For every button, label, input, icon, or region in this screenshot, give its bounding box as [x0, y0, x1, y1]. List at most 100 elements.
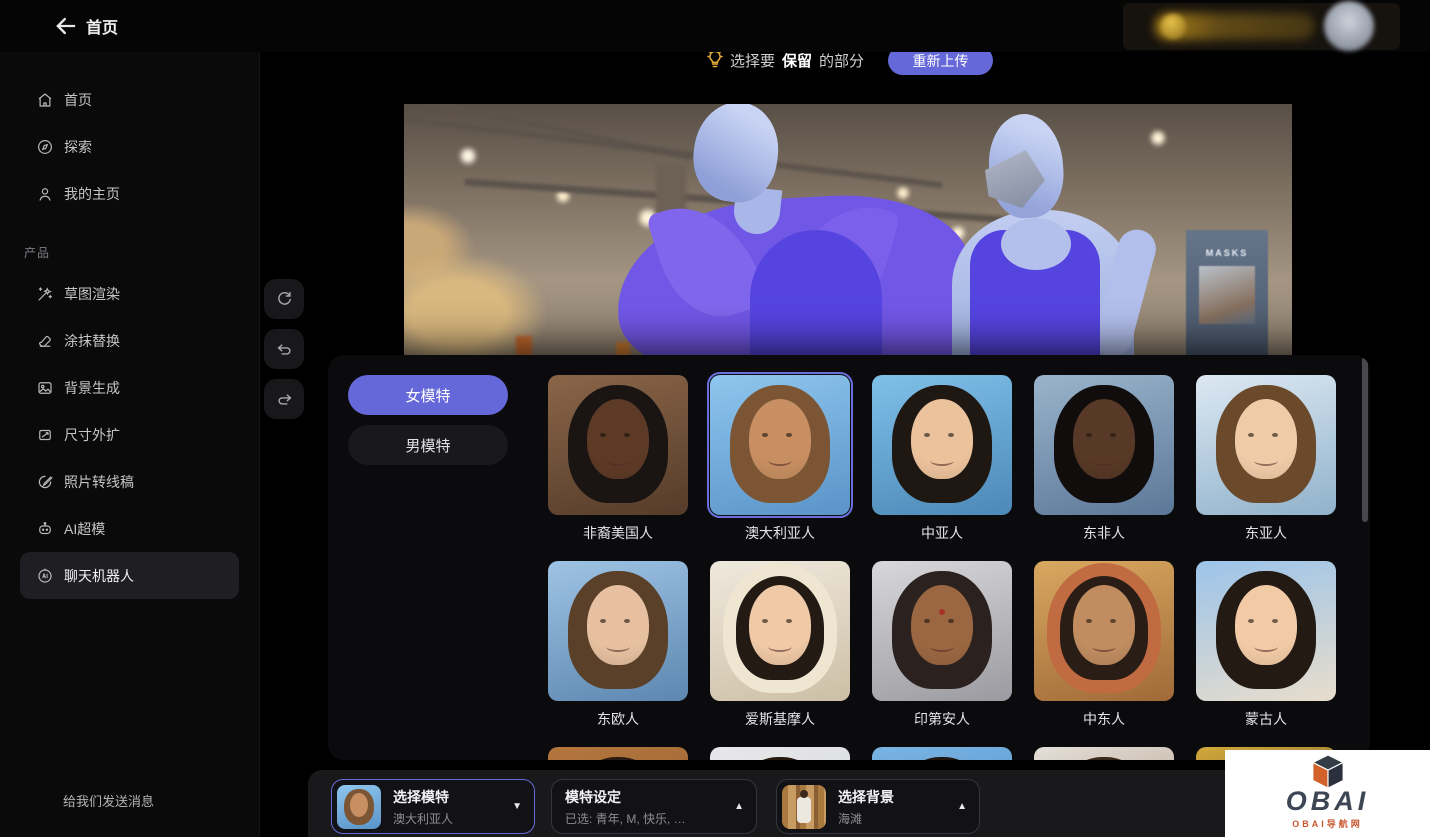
card-thumbnail	[782, 785, 826, 829]
sidebar-item-label: 我的主页	[64, 184, 120, 204]
gender-tabs: 女模特 男模特	[348, 375, 508, 465]
tab-male-model[interactable]: 男模特	[348, 425, 508, 465]
model-photo	[872, 561, 1012, 701]
obai-brand-text: OBAI	[1286, 788, 1370, 815]
model-partial-4[interactable]	[1034, 747, 1174, 760]
page-title: 首页	[86, 14, 118, 38]
panel-scrollbar[interactable]	[1362, 357, 1368, 522]
card-title: 选择背景	[838, 787, 894, 807]
card-title: 选择模特	[393, 787, 453, 807]
compass-icon	[36, 138, 54, 156]
model-native-american[interactable]: 印第安人	[872, 561, 1012, 729]
expand-icon	[36, 426, 54, 444]
card-thumbnail	[337, 785, 381, 829]
model-label: 印第安人	[872, 709, 1012, 729]
model-partial-3[interactable]	[872, 747, 1012, 760]
sidebar-item-contact-us[interactable]: 给我们发送消息	[20, 787, 239, 813]
reset-button[interactable]	[264, 279, 304, 319]
model-label: 东亚人	[1196, 523, 1336, 543]
card-arrow-icon: ▲	[726, 801, 744, 812]
model-photo	[710, 561, 850, 701]
sidebar-item-home[interactable]: 首页	[20, 76, 239, 123]
image-icon	[36, 379, 54, 397]
tab-female-model[interactable]: 女模特	[348, 375, 508, 415]
sidebar-item-outpaint[interactable]: 尺寸外扩	[20, 411, 239, 458]
redo-button[interactable]	[264, 379, 304, 419]
model-label: 东非人	[1034, 523, 1174, 543]
selection-hint: 选择要保留的部分	[730, 50, 864, 71]
sidebar-item-explore[interactable]: 探索	[20, 123, 239, 170]
model-middle-eastern[interactable]: 中东人	[1034, 561, 1174, 729]
card-title: 模特设定	[565, 787, 695, 807]
model-picker-panel: 女模特 男模特 非裔美国人 澳大利亚人 中亚人 东非人 东亚人 东欧人	[328, 355, 1370, 760]
card-subtitle: 已选: 青年, M, 快乐, 直...	[565, 810, 695, 827]
back-button[interactable]	[52, 12, 80, 40]
sidebar-item-label: 尺寸外扩	[64, 425, 120, 445]
sidebar-item-ai-supermodel[interactable]: AI超模	[20, 505, 239, 552]
user-icon	[36, 185, 54, 203]
model-african-american[interactable]: 非裔美国人	[548, 375, 688, 543]
model-photo	[548, 747, 688, 760]
undo-button[interactable]	[264, 329, 304, 369]
app-root: 首页 首页 探索 我的主页 产品 草图渲染 涂抹替换 背景生成 尺寸外扩 照片转…	[0, 0, 1430, 837]
tab-label: 男模特	[405, 435, 450, 456]
card-select-model[interactable]: 选择模特 澳大利亚人 ▼	[331, 779, 535, 834]
model-east-asian[interactable]: 东亚人	[1196, 375, 1336, 543]
sidebar-item-sketch-render[interactable]: 草图渲染	[20, 270, 239, 317]
model-label: 非裔美国人	[548, 523, 688, 543]
model-grid-row-1: 非裔美国人 澳大利亚人 中亚人 东非人 东亚人	[548, 375, 1336, 543]
model-partial-2[interactable]	[710, 747, 850, 760]
mask-tank-left[interactable]	[750, 230, 882, 364]
sidebar-item-photo-to-line[interactable]: 照片转线稿	[20, 458, 239, 505]
sidebar-item-label: 草图渲染	[64, 284, 120, 304]
model-label: 澳大利亚人	[710, 523, 850, 543]
coin-icon	[1161, 14, 1186, 39]
model-eskimo[interactable]: 爱斯基摩人	[710, 561, 850, 729]
sidebar-products: 草图渲染 涂抹替换 背景生成 尺寸外扩 照片转线稿 AI超模 聊天机器人	[0, 270, 259, 599]
home-icon	[36, 91, 54, 109]
sidebar-item-label: AI超模	[64, 519, 105, 539]
sidebar-item-paint-replace[interactable]: 涂抹替换	[20, 317, 239, 364]
model-label: 蒙古人	[1196, 709, 1336, 729]
model-grid-row-3	[548, 747, 1336, 760]
card-select-background[interactable]: 选择背景 海滩 ▲	[776, 779, 980, 834]
model-photo	[1196, 561, 1336, 701]
eraser-icon	[36, 332, 54, 350]
sidebar-item-label: 涂抹替换	[64, 331, 120, 351]
model-mongolian[interactable]: 蒙古人	[1196, 561, 1336, 729]
card-model-settings[interactable]: 模特设定 已选: 青年, M, 快乐, 直... ▲	[551, 779, 757, 834]
model-photo	[710, 375, 850, 515]
obai-subtitle: OBAI导航网	[1292, 817, 1363, 830]
lightbulb-icon	[705, 49, 725, 71]
magic-wand-icon	[36, 285, 54, 303]
sidebar-item-bg-generate[interactable]: 背景生成	[20, 364, 239, 411]
send-icon	[36, 792, 53, 809]
model-east-european[interactable]: 东欧人	[548, 561, 688, 729]
card-arrow-icon: ▲	[949, 801, 967, 812]
model-photo	[710, 747, 850, 760]
tab-label: 女模特	[405, 385, 450, 406]
model-label: 东欧人	[548, 709, 688, 729]
model-partial-1[interactable]	[548, 747, 688, 760]
masks-poster: MASKS	[1186, 230, 1268, 360]
obai-cube-icon	[1309, 754, 1347, 790]
avatar[interactable]	[1324, 1, 1374, 51]
model-label: 中东人	[1034, 709, 1174, 729]
model-east-african[interactable]: 东非人	[1034, 375, 1174, 543]
sidebar-item-label: 背景生成	[64, 378, 120, 398]
sidebar-nav: 首页 探索 我的主页	[0, 76, 259, 217]
robot-icon	[36, 520, 54, 538]
arrow-left-icon	[52, 12, 80, 40]
sidebar-item-label: 照片转线稿	[64, 472, 134, 492]
mask-selection-canvas[interactable]: MASKS	[404, 104, 1292, 364]
card-subtitle: 澳大利亚人	[393, 810, 453, 827]
model-australian[interactable]: 澳大利亚人	[710, 375, 850, 543]
sidebar-item-profile[interactable]: 我的主页	[20, 170, 239, 217]
chat-bot-icon	[36, 567, 54, 585]
sidebar-item-chatbot[interactable]: 聊天机器人	[20, 552, 239, 599]
card-arrow-icon: ▼	[504, 801, 522, 812]
history-toolbar	[264, 279, 304, 419]
model-grid-row-2: 东欧人 爱斯基摩人 印第安人 中东人 蒙古人	[548, 561, 1336, 729]
model-central-asian[interactable]: 中亚人	[872, 375, 1012, 543]
user-area	[1123, 3, 1400, 50]
